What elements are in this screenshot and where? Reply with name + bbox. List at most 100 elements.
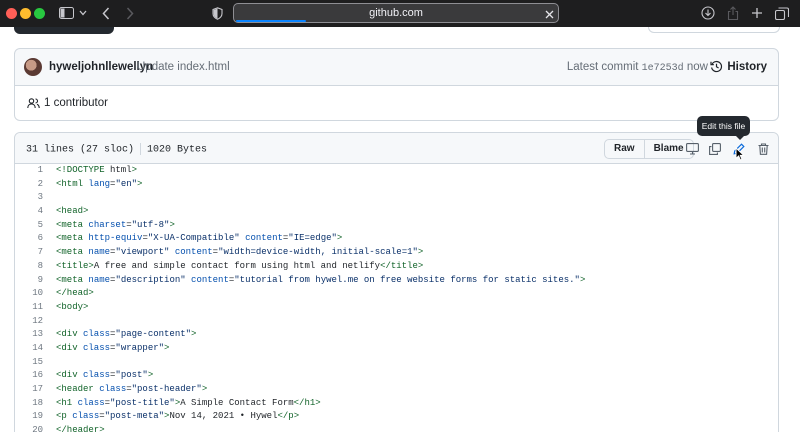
new-tab-icon[interactable] (750, 4, 764, 22)
line-number[interactable]: 17 (15, 383, 43, 397)
code-text: <!DOCTYPE html> (56, 165, 138, 175)
file-lines-count: 31 lines (27 sloc) (26, 144, 135, 156)
contributors-label: 1 contributor (44, 97, 108, 109)
share-icon[interactable] (726, 4, 740, 22)
forward-icon[interactable] (124, 4, 136, 22)
raw-button[interactable]: Raw (605, 140, 644, 158)
code-line: 6 <meta http-equiv="X-UA-Compatible" cont… (15, 232, 778, 246)
line-number[interactable]: 13 (15, 328, 43, 342)
latest-commit-label: Latest commit (566, 61, 639, 73)
code-text: <meta name="description" content="tutori… (56, 274, 586, 285)
copy-icon[interactable] (707, 141, 723, 157)
code-text: <div class="page-content"> (56, 329, 197, 340)
commit-sha-link[interactable]: 1e7253d (642, 63, 684, 74)
file-size: 1020 Bytes (147, 144, 208, 156)
browser-toolbar: github.com (0, 0, 800, 27)
stop-loading-icon[interactable] (544, 7, 555, 25)
code-line: 18 <h1 class="post-title">A Simple Contac… (15, 397, 778, 411)
line-number[interactable]: 4 (15, 205, 43, 219)
line-number[interactable]: 18 (15, 397, 43, 411)
code-line: 17 <header class="post-header"> (15, 383, 778, 397)
history-label: History (727, 60, 767, 73)
avatar[interactable] (24, 58, 42, 76)
file-info: 31 lines (27 sloc) 1020 Bytes (26, 143, 207, 156)
line-number[interactable]: 3 (15, 191, 43, 205)
code-line: 15 (15, 356, 778, 370)
line-number[interactable]: 20 (15, 424, 43, 432)
code-line: 13 <div class="page-content"> (15, 328, 778, 342)
line-number[interactable]: 6 (15, 232, 43, 246)
code-line: 19 <p class="post-meta">Nov 14, 2021 • Hy… (15, 410, 778, 424)
code-text: <meta charset="utf-8"> (56, 219, 175, 230)
code-line: 2 <html lang="en"> (15, 178, 778, 192)
tab-overview-icon[interactable] (774, 4, 790, 22)
back-icon[interactable] (100, 4, 112, 22)
code-text: <div class="wrapper"> (56, 342, 170, 353)
contributors-bar: 1 contributor (14, 85, 779, 121)
contributors-link[interactable]: 1 contributor (27, 97, 108, 109)
code-text: <div class="post"> (56, 370, 154, 381)
code-view[interactable]: 1 <!DOCTYPE html> 2 <html lang="en"> 3 4 <head… (15, 164, 778, 432)
line-number[interactable]: 7 (15, 246, 43, 260)
code-line: 14 <div class="wrapper"> (15, 342, 778, 356)
code-text: <title>A free and simple contact form us… (56, 260, 424, 271)
close-window-button[interactable] (6, 8, 17, 19)
downloads-icon[interactable] (700, 4, 716, 22)
minimize-window-button[interactable] (20, 8, 31, 19)
line-number[interactable]: 11 (15, 301, 43, 315)
code-text: <h1 class="post-title">A Simple Contact … (56, 397, 321, 408)
file-header: 31 lines (27 sloc) 1020 Bytes Raw Blame (15, 133, 778, 164)
code-text: <head> (56, 206, 89, 217)
sidebar-icon[interactable] (58, 4, 74, 22)
latest-commit-bar: hyweljohnllewellyn Update index.html Lat… (14, 48, 779, 86)
desktop-icon[interactable] (684, 141, 700, 157)
code-text: </head> (56, 288, 94, 299)
code-line: 9 <meta name="description" content="tutor… (15, 274, 778, 288)
edit-file-tooltip: Edit this file (697, 116, 750, 140)
line-number[interactable]: 19 (15, 410, 43, 424)
code-line: 10 </head> (15, 287, 778, 301)
chevron-down-icon[interactable] (78, 4, 88, 22)
code-line: 8 <title>A free and simple contact form u… (15, 260, 778, 274)
code-line: 1 <!DOCTYPE html> (15, 164, 778, 178)
latest-commit-info: Latest commit 1e7253d now (567, 61, 708, 74)
line-number[interactable]: 15 (15, 356, 43, 370)
line-number[interactable]: 10 (15, 287, 43, 301)
code-text: <meta http-equiv="X-UA-Compatible" conte… (56, 233, 343, 244)
button-edge (648, 27, 780, 33)
line-number[interactable]: 14 (15, 342, 43, 356)
code-line: 5 <meta charset="utf-8"> (15, 219, 778, 233)
code-line: 12 (15, 315, 778, 329)
line-number[interactable]: 16 (15, 369, 43, 383)
line-number[interactable]: 2 (15, 178, 43, 192)
address-bar[interactable]: github.com (233, 3, 559, 23)
commit-time: now (686, 61, 708, 73)
history-icon (710, 60, 723, 73)
commit-message-link[interactable]: Update index.html (137, 61, 230, 73)
privacy-shield-icon[interactable] (210, 4, 224, 22)
code-text: </header> (56, 425, 105, 432)
line-number[interactable]: 9 (15, 274, 43, 288)
code-line: 4 <head> (15, 205, 778, 219)
file-viewer: 31 lines (27 sloc) 1020 Bytes Raw Blame 1… (14, 132, 779, 432)
code-line: 11 <body> (15, 301, 778, 315)
line-number[interactable]: 5 (15, 219, 43, 233)
people-icon (27, 97, 40, 108)
header-edge (14, 27, 114, 34)
line-number[interactable]: 12 (15, 315, 43, 329)
code-line: 20 </header> (15, 424, 778, 432)
divider (140, 143, 142, 155)
page-load-progress (236, 20, 306, 22)
code-line: 16 <div class="post"> (15, 369, 778, 383)
line-number[interactable]: 8 (15, 260, 43, 274)
mouse-cursor-icon (735, 147, 745, 161)
url-text: github.com (369, 7, 423, 19)
code-text: <p class="post-meta">Nov 14, 2021 • Hywe… (56, 411, 300, 422)
zoom-window-button[interactable] (34, 8, 45, 19)
code-line: 3 (15, 191, 778, 205)
code-text: <meta name="viewport" content="width=dev… (56, 247, 424, 258)
history-link[interactable]: History (710, 60, 767, 73)
code-text: <body> (56, 301, 89, 312)
trash-icon[interactable] (755, 141, 771, 157)
line-number[interactable]: 1 (15, 164, 43, 178)
